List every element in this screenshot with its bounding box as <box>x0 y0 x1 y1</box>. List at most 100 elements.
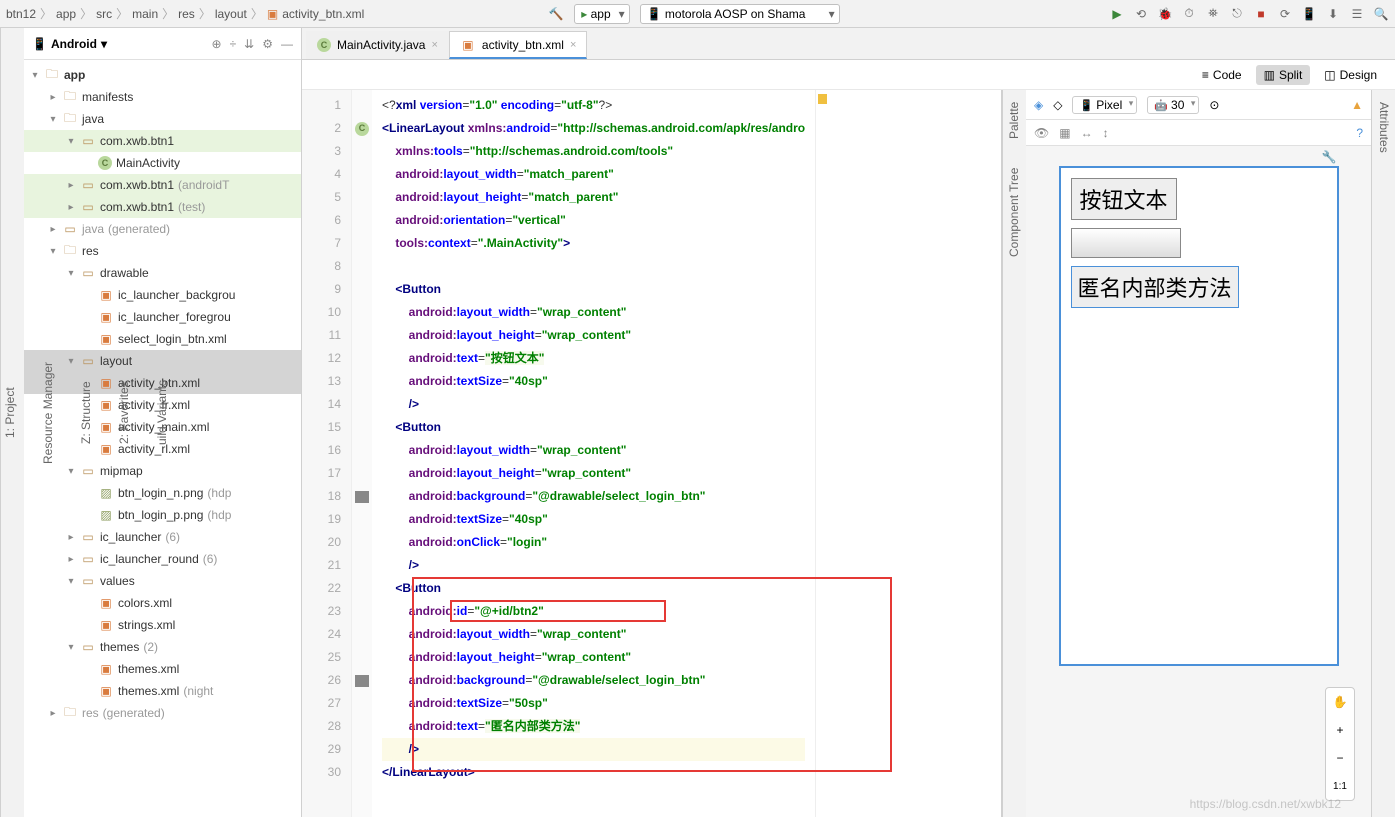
grid-icon[interactable]: ▦ <box>1059 126 1070 140</box>
divide-icon[interactable]: ÷ <box>230 37 237 51</box>
tree-item[interactable]: ▸🗀manifests <box>24 86 301 108</box>
editor-tabs: CMainActivity.java×▣activity_btn.xml× <box>302 28 1395 60</box>
code-content[interactable]: <?xml version="1.0" encoding="utf-8"?><L… <box>372 90 815 817</box>
close-icon[interactable]: × <box>431 39 437 51</box>
rail-resource-manager[interactable]: Resource Manager <box>39 357 57 467</box>
design-pane: Component Tree Palette ◈ ◇ 📱 Pixel 🤖 30 … <box>1001 90 1371 817</box>
tree-item[interactable]: ▨btn_login_p.png (hdp <box>24 504 301 526</box>
tree-item[interactable]: ▾🗀res <box>24 240 301 262</box>
apply-changes-icon[interactable]: ⟲ <box>1133 6 1149 22</box>
close-icon[interactable]: × <box>570 39 576 51</box>
tree-item[interactable]: ▸▭com.xwb.btn1 (androidT <box>24 174 301 196</box>
design-canvas[interactable]: 🔧 按钮文本 匿名内部类方法 ✋ + − 1:1 https://blog.cs… <box>1026 146 1371 817</box>
design-toolbar-2: 👁 ▦ ↔ ↕ ? <box>1026 120 1371 146</box>
layout-view-switcher: ≡ Code ▥ Split ◫ Design <box>302 60 1395 90</box>
search-icon[interactable]: 🔍 <box>1373 6 1389 22</box>
tree-item[interactable]: ▾▭mipmap <box>24 460 301 482</box>
project-view-dropdown[interactable]: 📱 Android ▾ <box>32 37 107 51</box>
tree-item[interactable]: ▾🗀app <box>24 64 301 86</box>
help-icon[interactable]: ? <box>1356 126 1363 140</box>
expand-v-icon[interactable]: ↕ <box>1103 126 1109 140</box>
palette-tab[interactable]: Palette <box>1005 98 1024 143</box>
stop-icon[interactable]: ■ <box>1253 6 1269 22</box>
zoom-out-button[interactable]: − <box>1326 744 1354 772</box>
tree-item[interactable]: ▾▭drawable <box>24 262 301 284</box>
rail-2-favorites[interactable]: 2: Favorites <box>115 377 133 448</box>
rail-1-project[interactable]: 1: Project <box>1 383 19 442</box>
attributes-tab[interactable]: Attributes <box>1374 98 1393 157</box>
zoom-in-button[interactable]: + <box>1326 716 1354 744</box>
orientation-icon[interactable]: ◇ <box>1053 98 1062 112</box>
collapse-icon[interactable]: ⇊ <box>244 37 254 51</box>
sdk-icon[interactable]: ⬇ <box>1325 6 1341 22</box>
zoom-fit-button[interactable]: 1:1 <box>1326 772 1354 800</box>
left-tool-rail: 1: ProjectResource ManagerZ: Structure2:… <box>0 28 24 817</box>
api-picker[interactable]: 🤖 30 <box>1147 96 1199 114</box>
avd-icon[interactable]: 📱 <box>1301 6 1317 22</box>
design-toolbar: ◈ ◇ 📱 Pixel 🤖 30 ⊙ ▲ <box>1026 90 1371 120</box>
surface-icon[interactable]: ◈ <box>1034 98 1043 112</box>
run-config-dropdown[interactable]: ▸ app <box>574 4 629 24</box>
debug-icon[interactable]: 🐞 <box>1157 6 1173 22</box>
hammer-icon[interactable]: 🔨 <box>548 6 564 22</box>
editor-area: CMainActivity.java×▣activity_btn.xml× ≡ … <box>302 28 1395 817</box>
tree-item[interactable]: ▸▭com.xwb.btn1 (test) <box>24 196 301 218</box>
tree-item[interactable]: ▾▭com.xwb.btn1 <box>24 130 301 152</box>
palette-rail[interactable]: Component Tree Palette <box>1002 90 1026 817</box>
warning-icon[interactable]: ▲ <box>1351 98 1363 112</box>
code-editor[interactable]: 1234567891011121314151617181920212223242… <box>302 90 1001 817</box>
run-icon[interactable]: ▶ <box>1109 6 1125 22</box>
pan-icon[interactable]: ✋ <box>1326 688 1354 716</box>
profiler-icon[interactable]: ⏱ <box>1181 6 1197 22</box>
device-picker[interactable]: 📱 Pixel <box>1072 96 1137 114</box>
tree-item[interactable]: ▸▭java (generated) <box>24 218 301 240</box>
target-icon[interactable]: ⊕ <box>212 37 222 51</box>
tree-item[interactable]: ▾▭layout <box>24 350 301 372</box>
toolbar-actions: ▶ ⟲ 🐞 ⏱ ⛯ ⎋ ■ ⟳ 📱 ⬇ ☰ 🔍 <box>1109 6 1389 22</box>
tree-item[interactable]: ▣select_login_btn.xml <box>24 328 301 350</box>
structure-icon[interactable]: ☰ <box>1349 6 1365 22</box>
expand-h-icon[interactable]: ↔ <box>1081 126 1093 140</box>
zoom-controls: ✋ + − 1:1 <box>1325 687 1355 801</box>
top-toolbar: btn12〉app〉src〉main〉res〉layout〉▣ activity… <box>0 0 1395 28</box>
tree-item[interactable]: ▾▭values <box>24 570 301 592</box>
preview-button-1[interactable]: 按钮文本 <box>1071 178 1177 220</box>
editor-tab[interactable]: CMainActivity.java× <box>306 31 449 59</box>
hide-icon[interactable]: — <box>281 37 293 51</box>
tree-item[interactable]: ▣themes.xml (night <box>24 680 301 702</box>
tree-item[interactable]: ▾🗀java <box>24 108 301 130</box>
right-tool-rail[interactable]: Attributes <box>1371 90 1395 817</box>
device-dropdown[interactable]: 📱 motorola AOSP on Shama <box>640 4 840 24</box>
tree-item[interactable]: ▨btn_login_n.png (hdp <box>24 482 301 504</box>
tree-item[interactable]: ▣ic_launcher_foregrou <box>24 306 301 328</box>
preview-button-3[interactable]: 匿名内部类方法 <box>1071 266 1239 308</box>
device-frame[interactable]: 🔧 按钮文本 匿名内部类方法 <box>1059 166 1339 666</box>
editor-tab[interactable]: ▣activity_btn.xml× <box>449 31 587 59</box>
tree-item[interactable]: ▣themes.xml <box>24 658 301 680</box>
line-gutter: 1234567891011121314151617181920212223242… <box>302 90 352 817</box>
view-split-button[interactable]: ▥ Split <box>1256 65 1311 85</box>
gear-icon[interactable]: ⚙ <box>262 37 273 51</box>
tree-item[interactable]: ▾▭themes (2) <box>24 636 301 658</box>
rail-uild-variants[interactable]: uild Variants <box>153 376 171 449</box>
tree-item[interactable]: ▣strings.xml <box>24 614 301 636</box>
tree-item[interactable]: CMainActivity <box>24 152 301 174</box>
view-code-button[interactable]: ≡ Code <box>1194 65 1250 85</box>
sync-icon[interactable]: ⟳ <box>1277 6 1293 22</box>
preview-button-2[interactable] <box>1071 228 1181 258</box>
eye-icon[interactable]: 👁 <box>1034 126 1049 140</box>
view-design-button[interactable]: ◫ Design <box>1316 65 1385 85</box>
error-stripe[interactable] <box>815 90 829 817</box>
tree-item[interactable]: ▣ic_launcher_backgrou <box>24 284 301 306</box>
component-tree-tab[interactable]: Component Tree <box>1005 163 1024 260</box>
tree-item[interactable]: ▸🗀res (generated) <box>24 702 301 724</box>
theme-icon[interactable]: ⊙ <box>1209 98 1219 112</box>
breadcrumb[interactable]: btn12〉app〉src〉main〉res〉layout〉▣ activity… <box>6 5 364 22</box>
attach-icon[interactable]: ⎋ <box>1229 6 1245 22</box>
rail-z-structure[interactable]: Z: Structure <box>77 377 95 448</box>
tree-item[interactable]: ▸▭ic_launcher (6) <box>24 526 301 548</box>
coverage-icon[interactable]: ⛯ <box>1205 6 1221 22</box>
tree-item[interactable]: ▸▭ic_launcher_round (6) <box>24 548 301 570</box>
tree-item[interactable]: ▣colors.xml <box>24 592 301 614</box>
wrench-icon[interactable]: 🔧 <box>1322 150 1337 164</box>
